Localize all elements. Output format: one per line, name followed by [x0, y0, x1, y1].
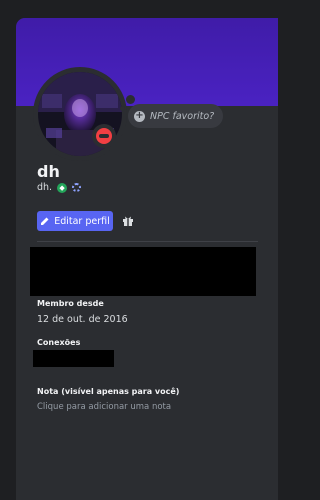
username: dh. [37, 182, 53, 193]
edit-profile-label: Editar perfil [54, 215, 110, 227]
redacted-connections [33, 350, 114, 367]
bubble-dot-large [126, 95, 135, 104]
gift-button[interactable] [120, 213, 136, 229]
note-input[interactable] [37, 400, 257, 414]
nitro-badge-icon[interactable]: ◆ [57, 182, 68, 193]
npc-bubble-text: NPC favorito? [150, 110, 215, 122]
display-name: dh [37, 162, 60, 181]
divider [37, 241, 258, 242]
boost-badge-icon[interactable] [72, 183, 82, 192]
member-since-date: 12 de out. de 2016 [37, 314, 128, 325]
gift-icon [123, 216, 133, 226]
pencil-icon [41, 217, 49, 225]
npc-bubble[interactable]: + NPC favorito? [128, 104, 224, 128]
note-label: Nota (visível apenas para você) [37, 387, 180, 396]
profile-card: + NPC favorito? dh dh. ◆ Editar perfil M… [16, 18, 278, 500]
edit-profile-button[interactable]: Editar perfil [37, 211, 113, 231]
connections-label: Conexões [37, 338, 81, 347]
username-row: dh. ◆ [37, 182, 82, 193]
bubble-dot-small [120, 106, 125, 111]
member-since-label: Membro desde [37, 299, 104, 308]
redacted-block [30, 247, 256, 296]
do-not-disturb-icon [96, 128, 112, 144]
plus-circle-icon: + [134, 110, 145, 122]
